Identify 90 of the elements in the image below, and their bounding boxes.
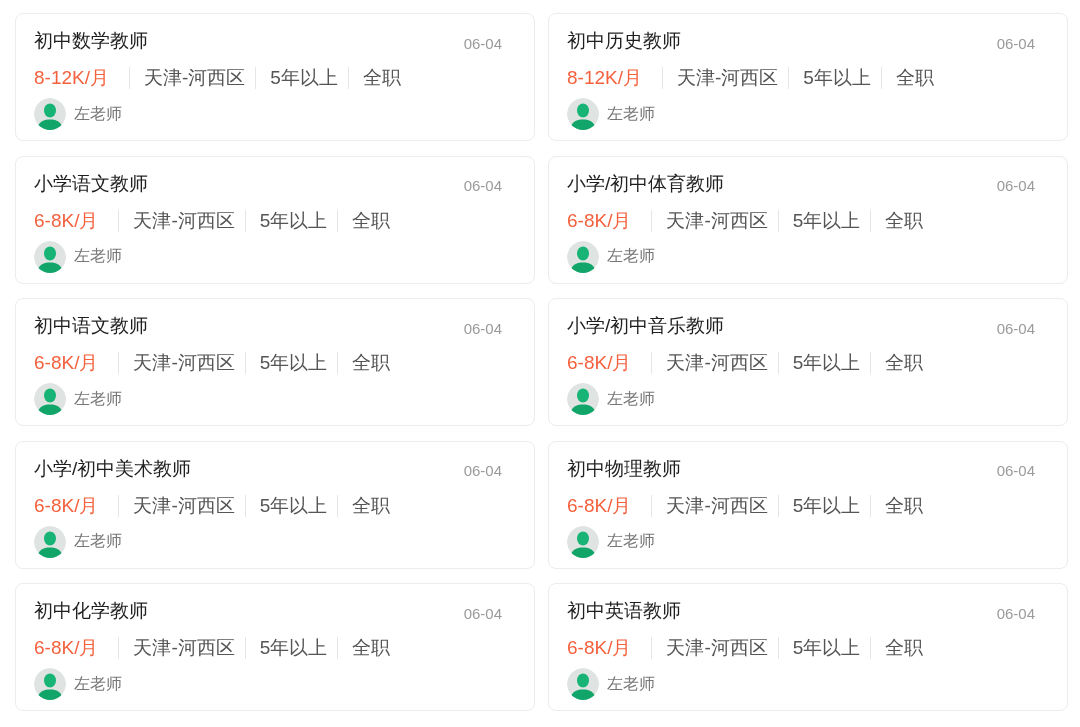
avatar-icon [34, 98, 66, 130]
job-tag: 全职 [337, 352, 401, 374]
salary-text: 6-8K/月 [34, 208, 100, 233]
avatar-icon [34, 240, 66, 273]
job-tag: 天津-河西区 [651, 209, 778, 232]
contact-name: 左老师 [74, 531, 122, 551]
job-title: 小学语文教师 [34, 171, 148, 196]
job-title: 小学/初中美术教师 [34, 456, 192, 481]
contact-name: 左老师 [607, 103, 655, 124]
job-tag: 天津-河西区 [118, 494, 245, 517]
job-tag: 5年以上 [244, 352, 338, 374]
post-date: 06-04 [463, 462, 502, 479]
job-tag: 天津-河西区 [118, 637, 245, 659]
salary-text: 6-8K/月 [34, 493, 100, 518]
salary-text: 6-8K/月 [567, 208, 633, 233]
job-tag: 5年以上 [777, 494, 871, 517]
job-tag: 5年以上 [244, 494, 338, 517]
job-tag: 5年以上 [244, 209, 338, 232]
job-tag: 全职 [870, 209, 934, 232]
post-date: 06-04 [996, 319, 1035, 337]
post-date: 06-04 [463, 177, 502, 194]
job-card[interactable]: 小学/初中音乐教师 06-04 6-8K/月 天津-河西区 5年以上 全职 左老师 [548, 298, 1068, 426]
job-card[interactable]: 初中历史教师 06-04 8-12K/月 天津-河西区 5年以上 全职 左老师 [548, 13, 1068, 141]
avatar-icon [567, 383, 599, 415]
job-card[interactable]: 初中英语教师 06-04 6-8K/月 天津-河西区 5年以上 全职 左老师 [548, 583, 1068, 711]
job-tag: 天津-河西区 [651, 352, 778, 374]
job-card[interactable]: 小学语文教师 06-04 6-8K/月 天津-河西区 5年以上 全职 左老师 [15, 155, 535, 284]
avatar-icon [34, 383, 66, 415]
job-tag: 5年以上 [777, 209, 871, 232]
job-card[interactable]: 初中物理教师 06-04 6-8K/月 天津-河西区 5年以上 全职 左老师 [548, 440, 1068, 569]
job-card[interactable]: 小学/初中美术教师 06-04 6-8K/月 天津-河西区 5年以上 全职 左老师 [15, 440, 535, 569]
job-title: 小学/初中音乐教师 [567, 314, 725, 338]
job-tag: 5年以上 [255, 67, 348, 89]
job-card[interactable]: 小学/初中体育教师 06-04 6-8K/月 天津-河西区 5年以上 全职 左老师 [548, 155, 1068, 284]
job-tag: 全职 [870, 352, 934, 374]
job-tag: 天津-河西区 [662, 67, 789, 89]
job-tag: 5年以上 [777, 637, 871, 659]
job-tag: 天津-河西区 [129, 67, 256, 89]
salary-text: 8-12K/月 [567, 66, 643, 90]
contact-name: 左老师 [607, 388, 655, 409]
job-tag: 天津-河西区 [651, 494, 778, 517]
avatar-icon [34, 668, 66, 700]
job-tag: 天津-河西区 [118, 352, 245, 374]
job-tag: 天津-河西区 [118, 209, 245, 232]
job-title: 初中英语教师 [567, 599, 681, 623]
contact-name: 左老师 [74, 388, 122, 409]
job-title: 初中历史教师 [567, 29, 681, 53]
job-tag: 全职 [337, 209, 401, 232]
job-tag: 全职 [337, 494, 401, 517]
post-date: 06-04 [463, 34, 502, 52]
contact-name: 左老师 [74, 103, 122, 124]
contact-name: 左老师 [607, 531, 655, 551]
salary-text: 6-8K/月 [34, 351, 100, 375]
salary-text: 6-8K/月 [567, 493, 633, 518]
contact-name: 左老师 [607, 673, 655, 694]
post-date: 06-04 [463, 604, 502, 622]
avatar-icon [34, 525, 66, 558]
avatar-icon [567, 98, 599, 130]
job-title: 小学/初中体育教师 [567, 171, 725, 196]
job-card[interactable]: 初中化学教师 06-04 6-8K/月 天津-河西区 5年以上 全职 左老师 [15, 583, 535, 711]
job-title: 初中物理教师 [567, 456, 681, 481]
job-tag: 全职 [870, 637, 934, 659]
job-tag: 全职 [337, 637, 401, 659]
job-card[interactable]: 初中数学教师 06-04 8-12K/月 天津-河西区 5年以上 全职 左老师 [15, 13, 535, 141]
post-date: 06-04 [996, 177, 1035, 194]
post-date: 06-04 [463, 319, 502, 337]
salary-text: 6-8K/月 [567, 351, 633, 375]
job-card[interactable]: 初中语文教师 06-04 6-8K/月 天津-河西区 5年以上 全职 左老师 [15, 298, 535, 426]
contact-name: 左老师 [74, 673, 122, 694]
job-title: 初中化学教师 [34, 599, 148, 623]
avatar-icon [567, 668, 599, 700]
salary-text: 6-8K/月 [34, 636, 100, 660]
job-title: 初中数学教师 [34, 29, 148, 53]
salary-text: 8-12K/月 [34, 66, 110, 90]
avatar-icon [567, 240, 599, 273]
job-tag: 全职 [347, 67, 411, 89]
job-tag: 5年以上 [244, 637, 338, 659]
contact-name: 左老师 [607, 246, 655, 266]
job-tag: 全职 [870, 494, 934, 517]
job-tag: 天津-河西区 [651, 637, 778, 659]
job-title: 初中语文教师 [34, 314, 148, 338]
salary-text: 6-8K/月 [567, 636, 633, 660]
post-date: 06-04 [996, 34, 1035, 52]
job-tag: 全职 [880, 67, 944, 89]
post-date: 06-04 [996, 604, 1035, 622]
contact-name: 左老师 [74, 246, 122, 266]
post-date: 06-04 [996, 462, 1035, 479]
avatar-icon [567, 525, 599, 558]
job-tag: 5年以上 [788, 67, 881, 89]
job-tag: 5年以上 [777, 352, 871, 374]
